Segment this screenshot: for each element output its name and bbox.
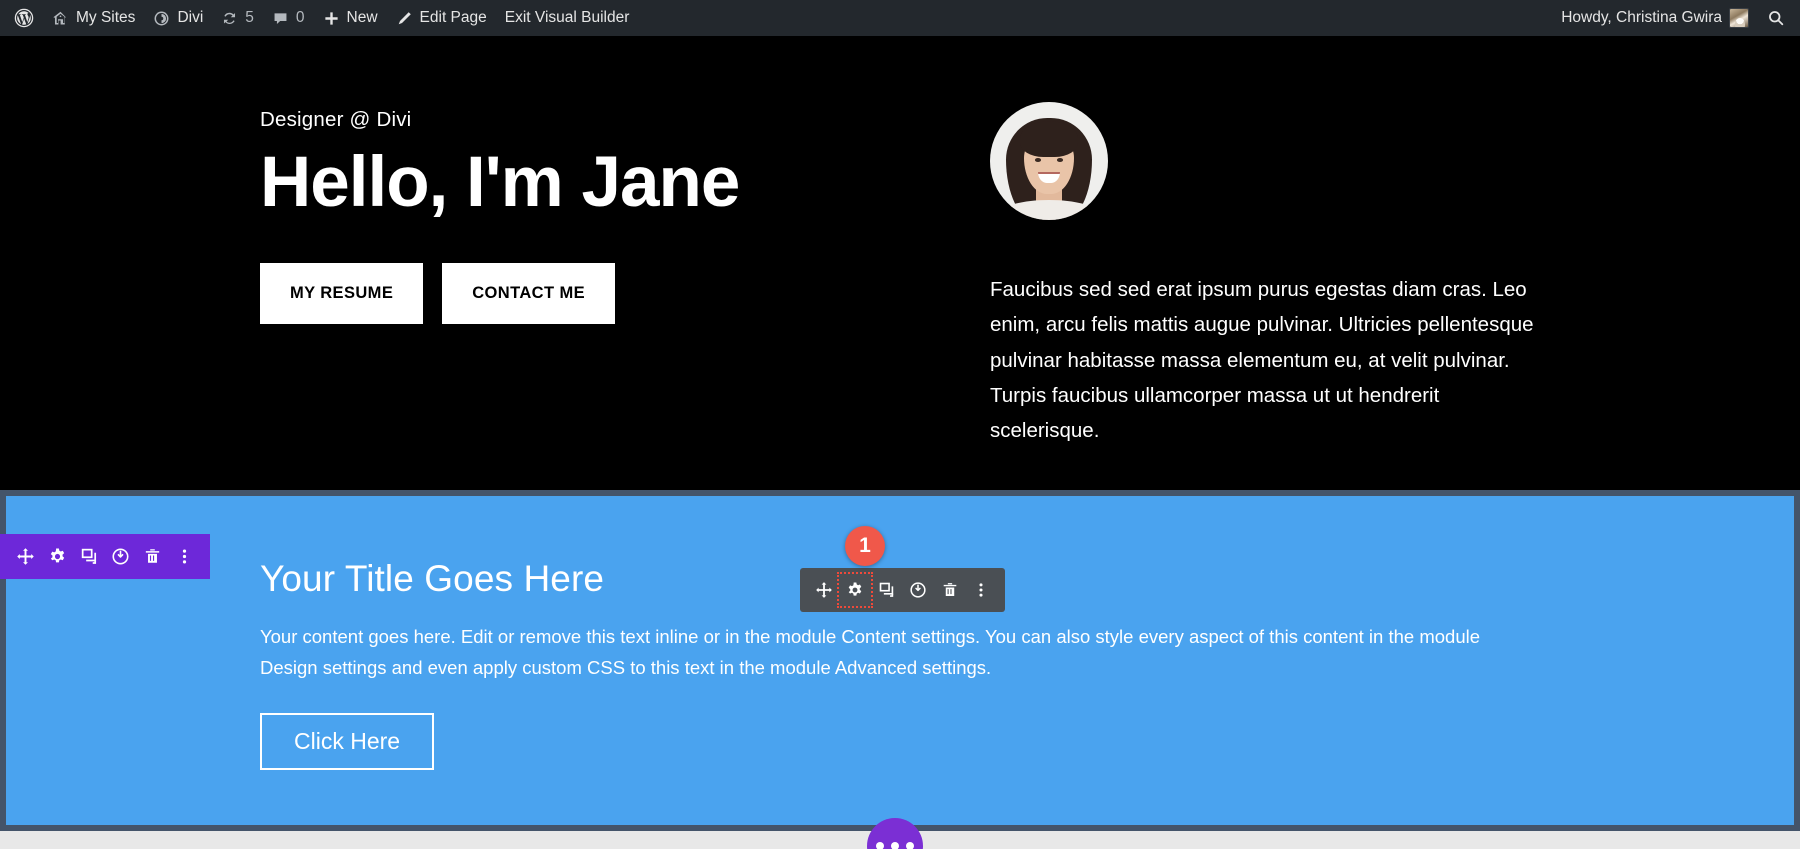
admin-bar-updates[interactable]: 5 [212, 0, 263, 36]
step-badge: 1 [845, 526, 885, 566]
three-dots-icon-3 [906, 842, 914, 849]
trash-icon[interactable] [143, 547, 162, 566]
sites-icon [52, 10, 69, 27]
contact-me-button[interactable]: CONTACT ME [442, 262, 615, 324]
portrait-hair-top [1020, 121, 1078, 157]
power-icon[interactable] [111, 547, 130, 566]
divi-icon [153, 10, 170, 27]
section-toolbar [0, 534, 210, 579]
admin-bar-comments-count: 0 [295, 9, 305, 26]
click-here-button[interactable]: Click Here [260, 713, 435, 771]
avatar [1729, 8, 1749, 28]
admin-bar-my-account[interactable]: Howdy, Christina Gwira [1552, 0, 1758, 36]
updates-icon [221, 10, 238, 27]
admin-bar-search-button[interactable] [1758, 0, 1794, 36]
admin-bar-new[interactable]: New [314, 0, 387, 36]
duplicate-icon[interactable] [874, 577, 900, 603]
hero-button-group: MY RESUME CONTACT ME [260, 262, 920, 324]
admin-bar-divi[interactable]: Divi [144, 0, 212, 36]
admin-bar-exit-visual-builder-label: Exit Visual Builder [504, 9, 630, 26]
three-dots-icon-2 [891, 842, 899, 849]
admin-bar-right-group: Howdy, Christina Gwira [1552, 0, 1800, 36]
hero-left-column: Designer @ Divi Hello, I'm Jane MY RESUM… [260, 36, 920, 490]
admin-bar-edit-page[interactable]: Edit Page [387, 0, 496, 36]
power-icon[interactable] [905, 577, 931, 603]
blue-section-body-text: Your content goes here. Edit or remove t… [260, 626, 1481, 678]
search-icon [1767, 9, 1785, 27]
wordpress-logo-icon [14, 8, 34, 28]
admin-bar-edit-page-label: Edit Page [419, 9, 487, 26]
hero-eyebrow-text: Designer @ Divi [260, 108, 412, 131]
blue-section[interactable]: Your Title Goes Here Your content goes h… [0, 490, 1800, 831]
admin-bar-my-sites-label: My Sites [76, 9, 136, 26]
portrait-photo [990, 102, 1108, 220]
gear-icon[interactable] [48, 547, 67, 566]
move-icon[interactable] [16, 547, 35, 566]
trash-icon[interactable] [937, 577, 963, 603]
admin-bar-updates-count: 5 [245, 9, 254, 26]
module-toolbar [800, 568, 1005, 612]
admin-bar-comments[interactable]: 0 [263, 0, 314, 36]
blue-section-inner: Your Title Goes Here Your content goes h… [260, 496, 1560, 771]
three-dots-icon [876, 842, 884, 849]
hero-body-text: Faucibus sed sed erat ipsum purus egesta… [990, 278, 1534, 442]
portrait-eye-right [1057, 158, 1063, 162]
blue-section-wrapper: Your Title Goes Here Your content goes h… [0, 490, 1800, 831]
admin-bar-wordpress-logo[interactable] [5, 0, 43, 36]
duplicate-icon[interactable] [80, 547, 99, 566]
admin-bar-my-sites[interactable]: My Sites [43, 0, 144, 36]
hero-inner-row: Designer @ Divi Hello, I'm Jane MY RESUM… [260, 36, 1550, 490]
portrait-eye-left [1035, 158, 1041, 162]
comment-bubble-icon [272, 10, 289, 27]
admin-bar-exit-visual-builder[interactable]: Exit Visual Builder [496, 0, 639, 36]
move-icon[interactable] [811, 577, 837, 603]
more-vertical-icon[interactable] [175, 547, 194, 566]
admin-bar-howdy-label: Howdy, Christina Gwira [1561, 9, 1722, 26]
portrait-shoulders [1001, 200, 1097, 220]
pencil-icon [396, 10, 413, 27]
hero-section: Designer @ Divi Hello, I'm Jane MY RESUM… [0, 36, 1800, 490]
more-vertical-icon[interactable] [968, 577, 994, 603]
my-resume-button[interactable]: MY RESUME [260, 262, 424, 324]
page-title: Hello, I'm Jane [260, 143, 740, 222]
wp-admin-bar: My Sites Divi 5 0 New Edit Page Exit Vis… [0, 0, 1800, 36]
admin-bar-left-group: My Sites Divi 5 0 New Edit Page Exit Vis… [0, 0, 638, 36]
plus-icon [323, 10, 340, 27]
admin-bar-new-label: New [346, 9, 378, 26]
hero-right-column: Faucibus sed sed erat ipsum purus egesta… [920, 36, 1550, 490]
page-canvas: Designer @ Divi Hello, I'm Jane MY RESUM… [0, 36, 1800, 849]
admin-bar-divi-label: Divi [177, 9, 204, 26]
gear-icon[interactable] [837, 572, 874, 608]
